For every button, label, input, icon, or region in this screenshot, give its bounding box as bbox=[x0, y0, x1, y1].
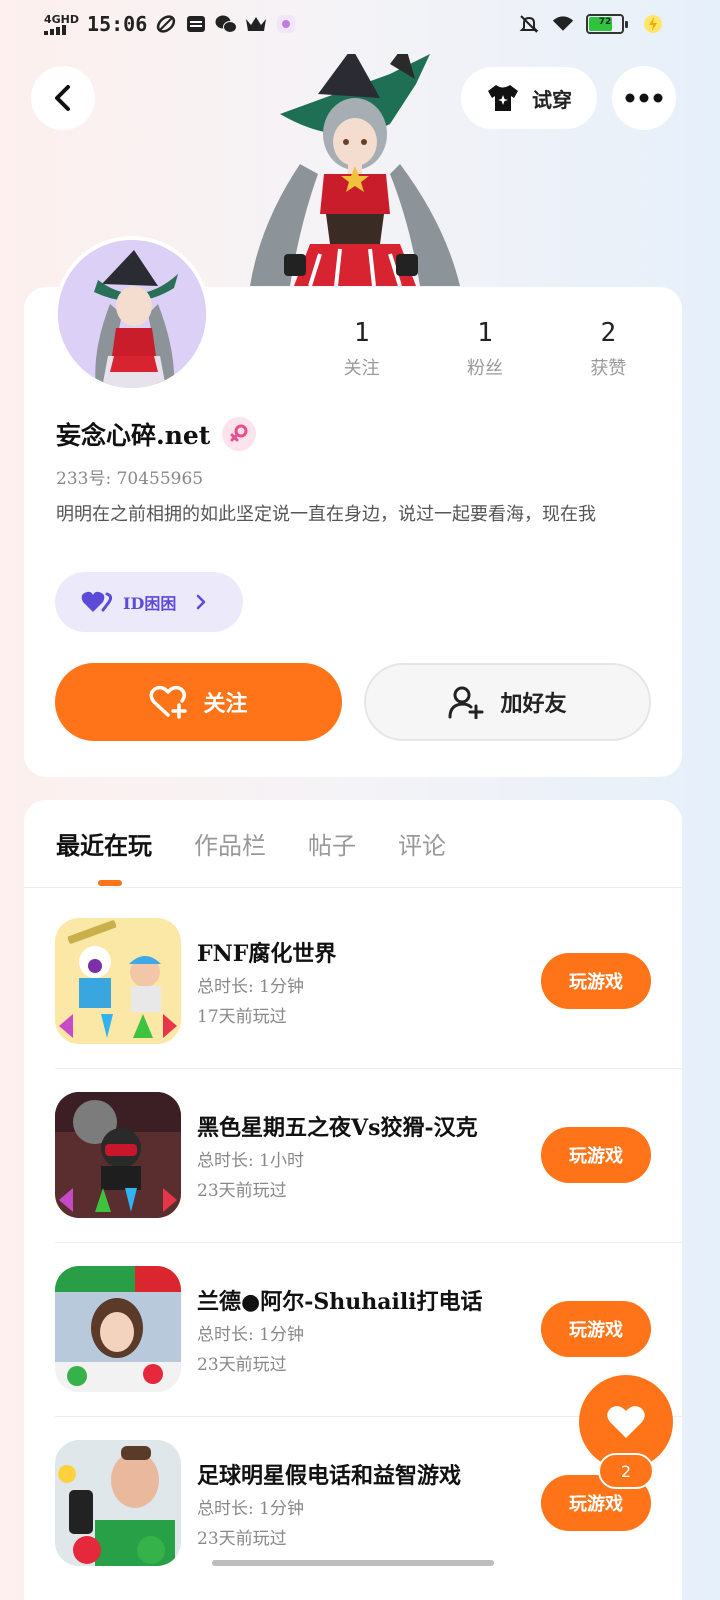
tab-works[interactable]: 作品栏 bbox=[194, 826, 266, 861]
play-game-button[interactable]: 玩游戏 bbox=[541, 953, 651, 1009]
id-badge-button[interactable]: ID困困 bbox=[55, 572, 243, 632]
game-title: 黑色星期五之夜Vs狡猾-汉克 bbox=[197, 1115, 478, 1141]
stat-following[interactable]: 1 关注 bbox=[300, 318, 423, 380]
follow-button[interactable]: 关注 bbox=[55, 663, 342, 741]
id-badge-label: ID困困 bbox=[123, 594, 177, 613]
network-type: 4GHD bbox=[44, 12, 80, 26]
home-indicator[interactable] bbox=[212, 1560, 494, 1566]
game-list-item[interactable]: 黑色星期五之夜Vs狡猾-汉克 总时长: 1小时 23天前玩过 玩游戏 bbox=[55, 1092, 655, 1222]
game-duration: 总时长: 1分钟 bbox=[197, 977, 304, 997]
stat-value: 1 bbox=[477, 318, 493, 348]
battery-indicator: 72 bbox=[586, 14, 628, 34]
stat-value: 1 bbox=[353, 318, 370, 348]
mute-bell-icon bbox=[518, 14, 540, 34]
tab-comments[interactable]: 评论 bbox=[398, 826, 446, 861]
crown-icon bbox=[245, 14, 267, 34]
name-row: 妄念心碎.net bbox=[56, 416, 257, 452]
user-name: 妄念心碎.net bbox=[56, 421, 211, 450]
add-user-icon bbox=[448, 686, 484, 719]
wifi-icon bbox=[552, 14, 574, 34]
game-list-item[interactable]: 足球明星假电话和益智游戏 总时长: 1分钟 23天前玩过 玩游戏 bbox=[55, 1440, 655, 1570]
charging-icon bbox=[642, 14, 664, 34]
more-dots-icon bbox=[625, 93, 663, 103]
hero-character-image bbox=[240, 44, 472, 290]
add-friend-button[interactable]: 加好友 bbox=[364, 663, 651, 741]
signal-icon: 4GHD bbox=[44, 14, 79, 35]
tab-divider bbox=[24, 887, 682, 888]
battery-level: 72 bbox=[598, 17, 612, 27]
stat-value: 2 bbox=[600, 318, 617, 348]
game-thumbnail bbox=[55, 918, 181, 1044]
female-gender-icon bbox=[222, 417, 257, 451]
game-duration: 总时长: 1小时 bbox=[197, 1151, 304, 1171]
avatar[interactable] bbox=[54, 236, 210, 392]
game-title: 兰德●阿尔-Shuhaili打电话 bbox=[197, 1289, 483, 1315]
game-duration: 总时长: 1分钟 bbox=[197, 1325, 304, 1345]
stat-label: 关注 bbox=[343, 358, 380, 379]
try-on-label: 试穿 bbox=[532, 87, 572, 112]
clock: 15:06 bbox=[87, 12, 148, 36]
play-game-button[interactable]: 玩游戏 bbox=[541, 1301, 651, 1357]
tshirt-icon bbox=[488, 85, 518, 111]
add-friend-label: 加好友 bbox=[500, 691, 567, 717]
game-thumbnail bbox=[55, 1266, 181, 1392]
heart-pair-icon bbox=[81, 591, 113, 612]
user-bio: 明明在之前相拥的如此坚定说一直在身边，说过一起要看海，现在我 bbox=[56, 504, 596, 525]
active-tab-indicator bbox=[98, 880, 122, 886]
follow-label: 关注 bbox=[203, 691, 248, 717]
chevron-right-icon bbox=[197, 594, 206, 610]
heart-icon bbox=[607, 1406, 645, 1438]
game-last-played: 23天前玩过 bbox=[197, 1181, 287, 1201]
tab-posts[interactable]: 帖子 bbox=[308, 826, 356, 861]
game-last-played: 23天前玩过 bbox=[197, 1529, 287, 1549]
wechat-icon bbox=[215, 14, 238, 34]
game-last-played: 23天前玩过 bbox=[197, 1355, 287, 1375]
back-button[interactable] bbox=[31, 66, 95, 130]
game-title: FNF腐化世界 bbox=[197, 941, 337, 967]
stat-followers[interactable]: 1 粉丝 bbox=[423, 318, 546, 380]
app-notification-icon bbox=[275, 14, 297, 34]
game-list-item[interactable]: FNF腐化世界 总时长: 1分钟 17天前玩过 玩游戏 bbox=[55, 918, 655, 1048]
chevron-left-icon bbox=[55, 85, 70, 111]
try-on-button[interactable]: 试穿 bbox=[461, 67, 597, 129]
stat-likes[interactable]: 2 获赞 bbox=[547, 318, 670, 380]
row-divider bbox=[55, 1242, 682, 1243]
game-thumbnail bbox=[55, 1092, 181, 1218]
favorite-count-badge: 2 bbox=[598, 1453, 654, 1489]
leaf-icon bbox=[155, 14, 177, 34]
card-icon bbox=[185, 14, 207, 34]
game-list-item[interactable]: 兰德●阿尔-Shuhaili打电话 总时长: 1分钟 23天前玩过 玩游戏 bbox=[55, 1266, 655, 1396]
more-options-button[interactable] bbox=[612, 66, 676, 130]
game-last-played: 17天前玩过 bbox=[197, 1007, 287, 1027]
tab-recently-played[interactable]: 最近在玩 bbox=[56, 826, 152, 861]
game-thumbnail bbox=[55, 1440, 181, 1566]
game-title: 足球明星假电话和益智游戏 bbox=[197, 1463, 462, 1489]
game-duration: 总时长: 1分钟 bbox=[197, 1499, 304, 1519]
status-bar: 4GHD 15:06 72 bbox=[0, 0, 720, 52]
profile-stats: 1 关注 1 粉丝 2 获赞 bbox=[300, 318, 670, 380]
stat-label: 获赞 bbox=[590, 358, 627, 379]
play-game-button[interactable]: 玩游戏 bbox=[541, 1127, 651, 1183]
stat-label: 粉丝 bbox=[466, 358, 503, 379]
user-id: 233号: 70455965 bbox=[56, 469, 204, 489]
row-divider bbox=[55, 1068, 682, 1069]
heart-plus-icon bbox=[149, 685, 188, 719]
profile-tabs: 最近在玩 作品栏 帖子 评论 bbox=[56, 826, 446, 861]
